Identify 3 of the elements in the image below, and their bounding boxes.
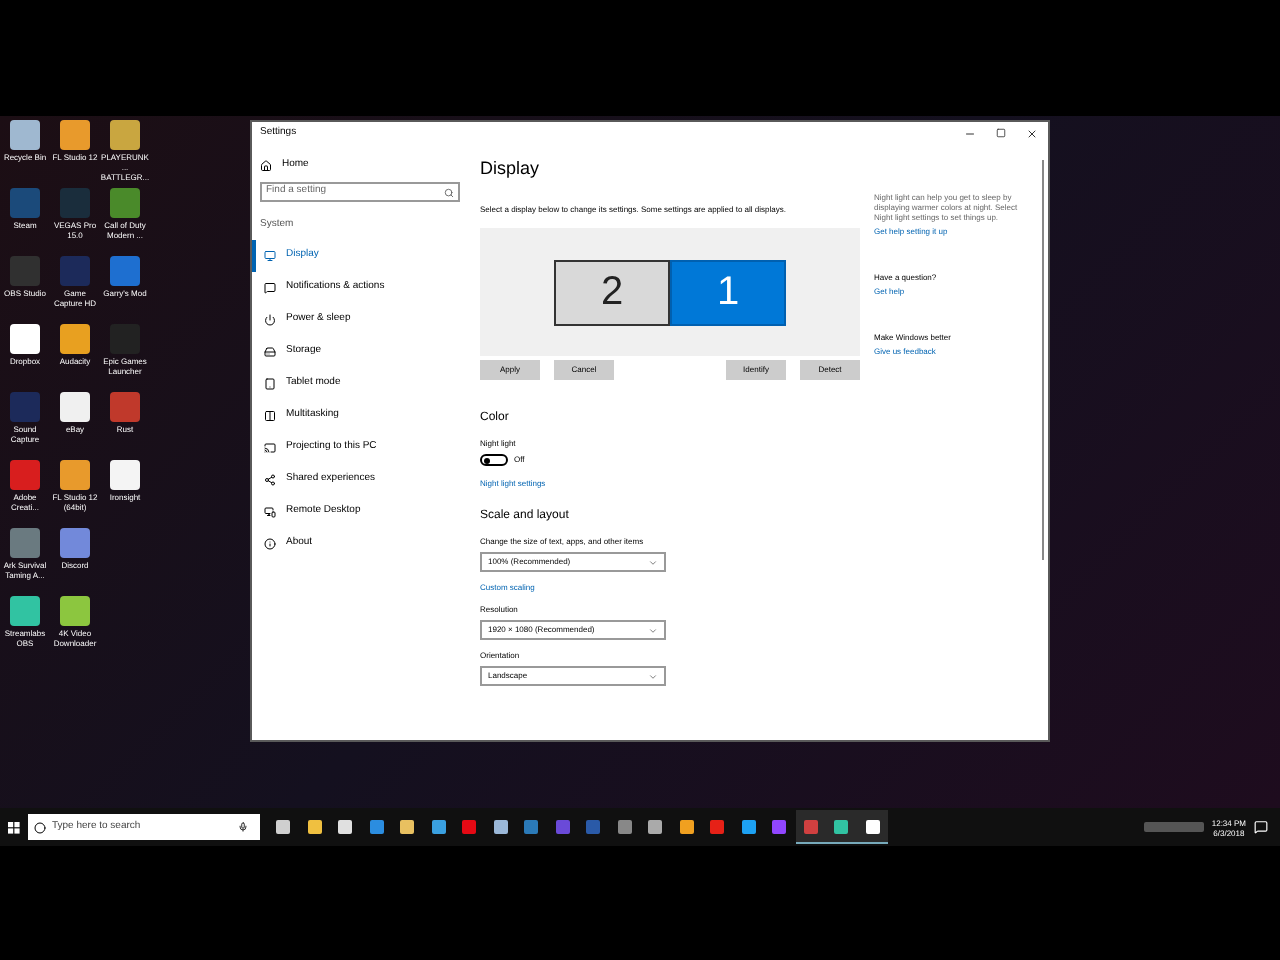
page-title: Display xyxy=(480,156,542,180)
display-tile[interactable]: 2 xyxy=(554,259,670,325)
display-tile[interactable]: 1 xyxy=(670,259,786,325)
